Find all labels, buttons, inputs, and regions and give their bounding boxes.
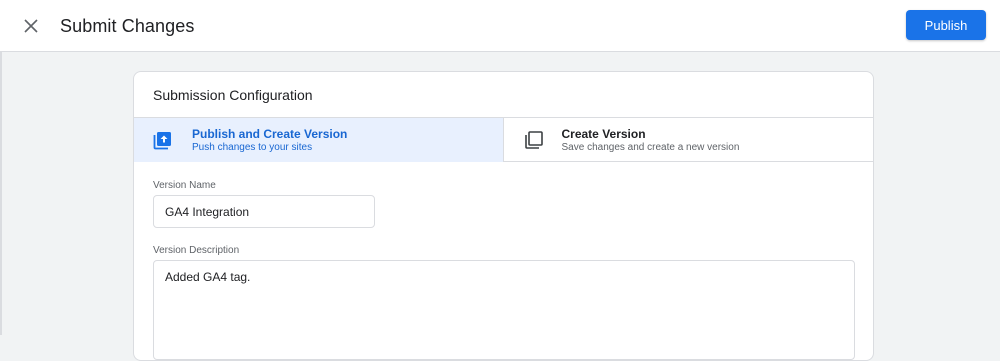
option-subtitle: Save changes and create a new version <box>561 142 740 153</box>
page-title: Submit Changes <box>60 16 195 36</box>
submission-options: Publish and Create Version Push changes … <box>134 117 873 162</box>
copy-icon <box>524 131 543 149</box>
upload-icon <box>153 132 171 150</box>
option-subtitle: Push changes to your sites <box>192 142 313 153</box>
option-title: Publish and Create Version <box>192 127 348 141</box>
version-name-label: Version Name <box>153 180 216 191</box>
version-description-label: Version Description <box>153 245 240 256</box>
top-bar: Submit Changes Publish <box>0 0 1000 52</box>
close-icon <box>24 19 38 33</box>
version-name-input[interactable] <box>153 195 375 228</box>
option-publish-and-create-version[interactable]: Publish and Create Version Push changes … <box>134 118 504 162</box>
option-create-version[interactable]: Create Version Save changes and create a… <box>504 118 874 162</box>
close-button[interactable] <box>18 13 44 39</box>
submission-configuration-card: Submission Configuration Publish and Cre… <box>133 71 874 361</box>
card-title: Submission Configuration <box>153 87 313 103</box>
publish-button[interactable]: Publish <box>906 10 986 40</box>
version-description-input[interactable]: Added GA4 tag. <box>153 260 855 360</box>
option-title: Create Version <box>561 127 646 141</box>
